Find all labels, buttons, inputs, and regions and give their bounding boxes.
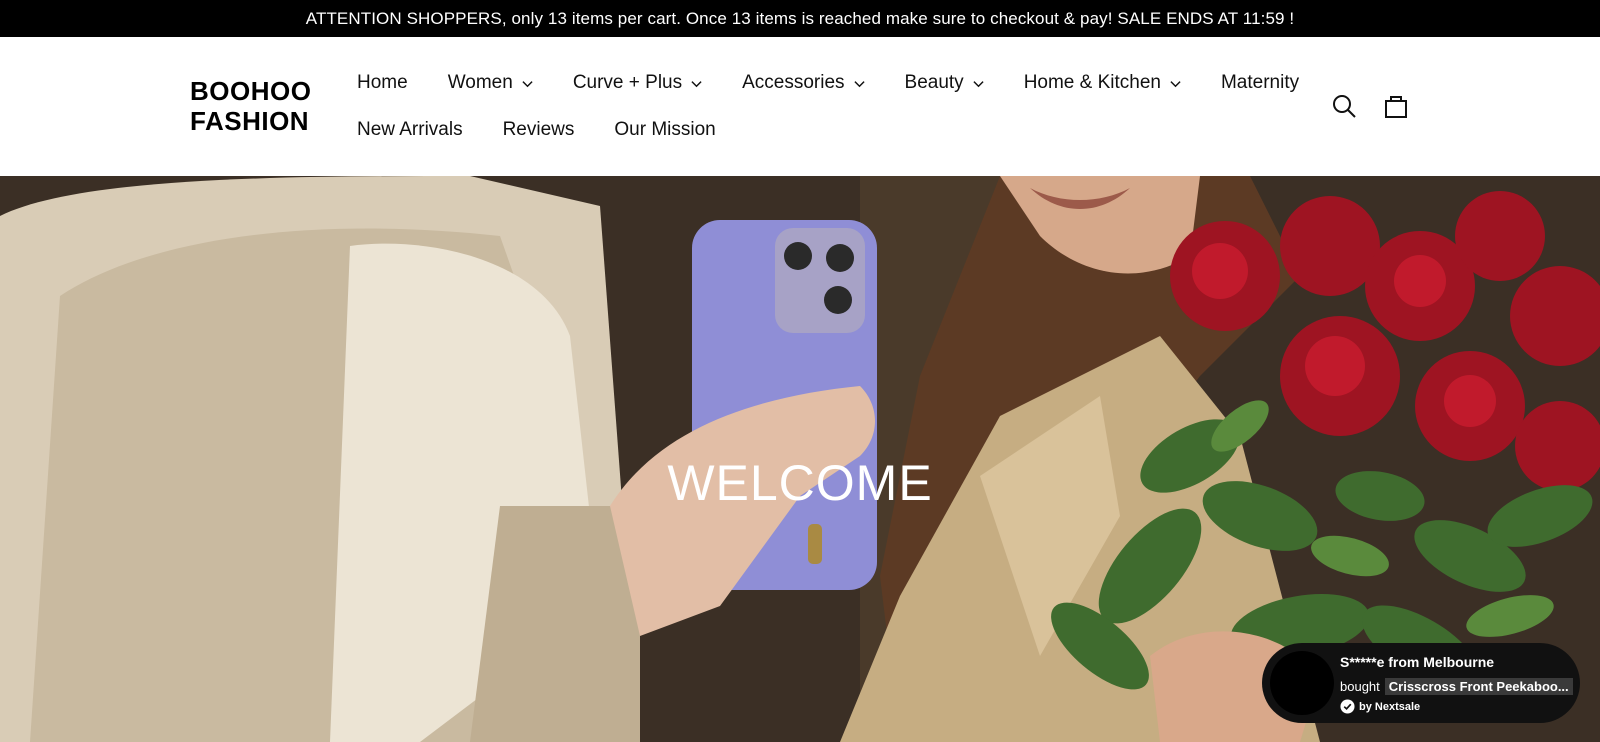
main-nav: Home Women Curve + Plus Accessories Beau…: [357, 69, 1299, 163]
toast-provider-label: by Nextsale: [1359, 700, 1421, 713]
chevron-down-icon: [522, 80, 533, 87]
nav-item-home[interactable]: Home: [357, 72, 408, 94]
toast-purchase-line: bought Crisscross Front Peekaboo...: [1340, 678, 1573, 695]
hero-title: WELCOME: [667, 455, 933, 511]
nav-item-label: Home: [357, 72, 408, 93]
nav-item-home-kitchen[interactable]: Home & Kitchen: [1024, 72, 1181, 94]
announcement-text: ATTENTION SHOPPERS, only 13 items per ca…: [305, 8, 1295, 28]
nav-item-our-mission[interactable]: Our Mission: [614, 119, 715, 141]
nav-item-curve-plus[interactable]: Curve + Plus: [573, 72, 702, 94]
announcement-bar: ATTENTION SHOPPERS, only 13 items per ca…: [0, 0, 1600, 37]
header-icons: [1330, 92, 1434, 120]
nav-row-1: Home Women Curve + Plus Accessories Beau…: [357, 69, 1299, 97]
product-thumbnail: [1270, 651, 1334, 715]
nav-item-accessories[interactable]: Accessories: [742, 72, 865, 94]
verified-check-icon: [1340, 699, 1355, 714]
chevron-down-icon: [973, 80, 984, 87]
nav-item-label: Maternity: [1220, 72, 1300, 93]
nav-item-women[interactable]: Women: [448, 72, 533, 94]
nav-item-beauty[interactable]: Beauty: [905, 72, 984, 94]
toast-provider: by Nextsale: [1340, 699, 1420, 714]
nav-item-label: Women: [447, 72, 513, 93]
nav-item-label: Reviews: [502, 119, 575, 140]
chevron-down-icon: [691, 80, 702, 87]
nav-item-maternity[interactable]: Maternity: [1221, 72, 1299, 94]
nav-item-label: Our Mission: [614, 119, 716, 140]
cart-icon[interactable]: [1382, 92, 1410, 120]
recent-purchase-toast[interactable]: S*****e from Melbourne bought Crisscross…: [1262, 643, 1580, 723]
toast-verb: bought: [1340, 679, 1380, 694]
toast-product-link[interactable]: Crisscross Front Peekaboo...: [1384, 678, 1573, 695]
site-header: BOOHOO FASHION Home Women Curve + Plus A…: [0, 37, 1600, 176]
search-icon[interactable]: [1330, 92, 1358, 120]
nav-row-2: New Arrivals Reviews Our Mission: [357, 116, 1297, 144]
nav-item-new-arrivals[interactable]: New Arrivals: [357, 119, 463, 141]
chevron-down-icon: [853, 80, 865, 87]
nav-item-reviews[interactable]: Reviews: [503, 119, 575, 141]
nav-item-label: Beauty: [904, 72, 964, 93]
chevron-down-icon: [1170, 80, 1181, 87]
logo-line-2: FASHION: [190, 106, 310, 136]
nav-item-label: Curve + Plus: [572, 72, 683, 93]
nav-item-label: New Arrivals: [357, 119, 463, 140]
logo-line-1: BOOHOO: [190, 76, 312, 106]
nav-item-label: Home & Kitchen: [1023, 72, 1161, 93]
site-logo[interactable]: BOOHOO FASHION: [190, 76, 311, 136]
nav-item-label: Accessories: [742, 72, 845, 93]
toast-buyer: S*****e from Melbourne: [1340, 654, 1495, 670]
